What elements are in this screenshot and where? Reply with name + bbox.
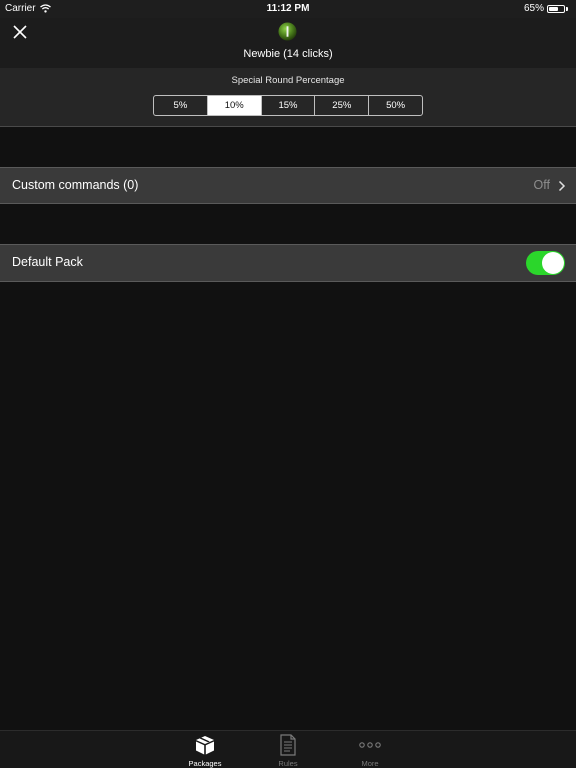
tab-rules[interactable]: Rules bbox=[258, 734, 318, 768]
special-round-label: Special Round Percentage bbox=[231, 75, 345, 86]
segment-5[interactable]: 5% bbox=[154, 96, 208, 115]
battery-percent: 65% bbox=[523, 3, 544, 14]
close-icon[interactable] bbox=[10, 22, 30, 42]
status-time: 11:12 PM bbox=[266, 3, 310, 14]
status-bar: Carrier 11:12 PM 65% bbox=[0, 0, 576, 18]
special-round-panel: Special Round Percentage 5% 10% 15% 25% … bbox=[0, 68, 576, 127]
custom-commands-value: Off bbox=[533, 178, 550, 192]
default-pack-label: Default Pack bbox=[12, 255, 83, 269]
tab-label: Packages bbox=[188, 759, 222, 768]
segment-50[interactable]: 50% bbox=[369, 96, 422, 115]
tab-packages[interactable]: Packages bbox=[175, 734, 235, 768]
toggle-knob bbox=[542, 252, 564, 274]
tab-label: Rules bbox=[278, 759, 298, 768]
default-pack-row: Default Pack bbox=[0, 244, 576, 282]
status-right: 65% bbox=[524, 3, 568, 14]
box-icon bbox=[196, 736, 214, 755]
default-pack-toggle[interactable] bbox=[526, 251, 565, 275]
segment-10[interactable]: 10% bbox=[207, 96, 262, 115]
battery-fill bbox=[549, 6, 559, 11]
document-icon bbox=[280, 734, 296, 756]
segment-25[interactable]: 25% bbox=[315, 96, 370, 115]
battery-tip bbox=[566, 6, 568, 11]
tab-more[interactable]: More bbox=[340, 734, 400, 768]
battery-icon bbox=[547, 4, 565, 13]
tab-label: More bbox=[361, 759, 379, 768]
more-icon bbox=[359, 742, 381, 748]
header: Newbie (14 clicks) bbox=[0, 18, 576, 68]
tab-bar: Packages Rules More bbox=[0, 730, 576, 768]
chevron-right-icon bbox=[558, 180, 566, 192]
percentage-segmented-control: 5% 10% 15% 25% 50% bbox=[153, 95, 423, 116]
custom-commands-row[interactable]: Custom commands (0) Off bbox=[0, 167, 576, 204]
page-title: Newbie (14 clicks) bbox=[243, 48, 333, 60]
custom-commands-label: Custom commands (0) bbox=[12, 178, 139, 192]
screen: Carrier 11:12 PM 65% Newbie (14 clicks) … bbox=[0, 0, 576, 768]
rank-badge-icon bbox=[278, 22, 297, 41]
segment-15[interactable]: 15% bbox=[262, 96, 316, 115]
